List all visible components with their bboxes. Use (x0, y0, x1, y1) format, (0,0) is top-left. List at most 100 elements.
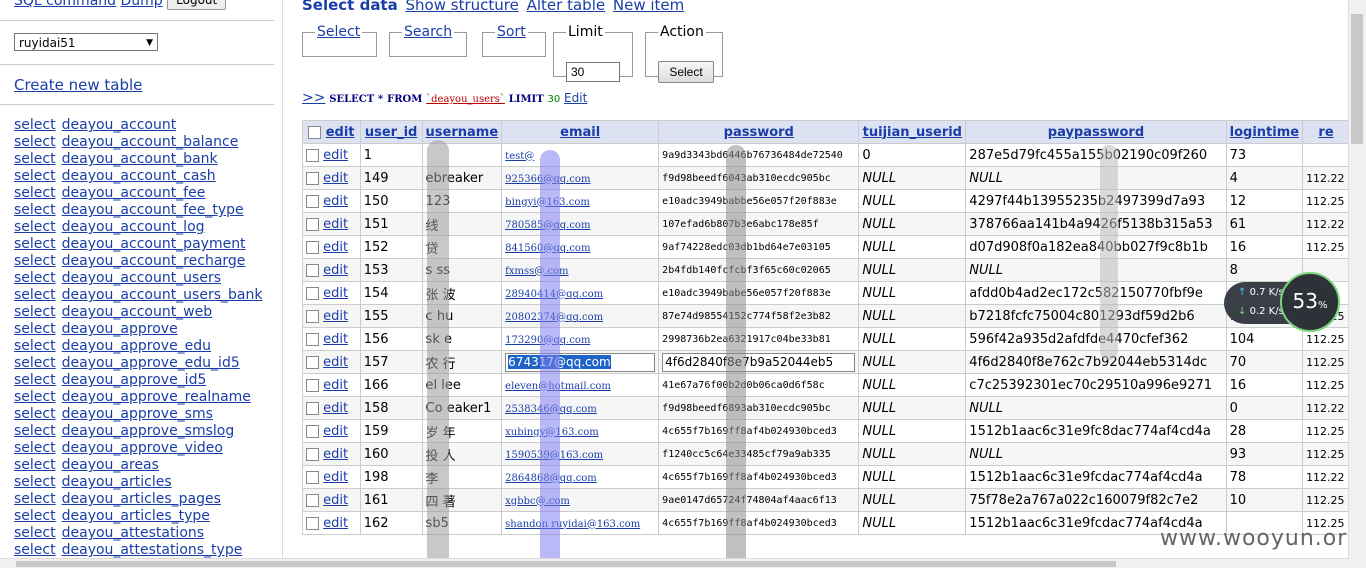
email-link[interactable]: xgbbc@.com (505, 496, 570, 507)
select-table-link[interactable]: select (14, 440, 56, 456)
table-name-link[interactable]: deayou_articles (62, 474, 172, 490)
select-table-link[interactable]: select (14, 134, 56, 150)
row-checkbox[interactable] (306, 424, 319, 438)
sort-link[interactable]: Sort (497, 24, 526, 40)
logout-button[interactable]: Logout (167, 0, 227, 10)
row-edit-link[interactable]: edit (323, 194, 348, 209)
table-name-link[interactable]: deayou_articles_pages (62, 491, 221, 507)
select-table-link[interactable]: select (14, 355, 56, 371)
row-edit-link[interactable]: edit (323, 355, 348, 370)
select-table-link[interactable]: select (14, 338, 56, 354)
row-checkbox[interactable] (306, 493, 319, 507)
row-checkbox[interactable] (306, 263, 319, 277)
table-name-link[interactable]: deayou_account_balance (62, 134, 239, 150)
dump-link[interactable]: Dump (121, 0, 163, 9)
row-checkbox[interactable] (306, 217, 319, 231)
column-header-password[interactable]: password (658, 120, 860, 144)
select-table-link[interactable]: select (14, 270, 56, 286)
email-edit-input[interactable]: 674317@qq.com (505, 352, 656, 372)
select-table-link[interactable]: select (14, 253, 56, 269)
horizontal-scroll-thumb[interactable] (16, 561, 1116, 567)
row-checkbox[interactable] (306, 171, 319, 185)
vertical-scroll-thumb[interactable] (1351, 14, 1363, 144)
row-checkbox[interactable] (306, 378, 319, 392)
row-edit-link[interactable]: edit (323, 447, 348, 462)
row-checkbox[interactable] (306, 240, 319, 254)
select-table-link[interactable]: select (14, 219, 56, 235)
table-name-link[interactable]: deayou_account_bank (62, 151, 218, 167)
table-name-link[interactable]: deayou_attestations_type (62, 542, 243, 558)
row-edit-link[interactable]: edit (323, 332, 348, 347)
row-edit-link[interactable]: edit (323, 263, 348, 278)
row-edit-link[interactable]: edit (323, 424, 348, 439)
select-table-link[interactable]: select (14, 117, 56, 133)
database-select[interactable]: ruyidai51 ▼ (14, 33, 158, 51)
row-edit-link[interactable]: edit (323, 240, 348, 255)
email-link[interactable]: shandon ruyidai@163.com (505, 519, 640, 530)
row-checkbox[interactable] (306, 286, 319, 300)
select-table-link[interactable]: select (14, 372, 56, 388)
table-name-link[interactable]: deayou_approve_smslog (62, 423, 235, 439)
row-checkbox[interactable] (306, 194, 319, 208)
table-name-link[interactable]: deayou_account_web (62, 304, 213, 320)
row-edit-link[interactable]: edit (323, 148, 348, 163)
row-checkbox[interactable] (306, 355, 319, 369)
sql-toggle-link[interactable]: >> (302, 90, 325, 106)
select-table-link[interactable]: select (14, 321, 56, 337)
search-link[interactable]: Search (404, 24, 452, 40)
table-name-link[interactable]: deayou_approve (62, 321, 178, 337)
horizontal-scrollbar[interactable] (0, 558, 1349, 568)
select-table-link[interactable]: select (14, 508, 56, 524)
password-edit-input[interactable]: 4f6d2840f8e7b9a52044eb5 (662, 352, 856, 372)
column-header-logintime[interactable]: logintime (1225, 120, 1304, 144)
column-header-tuijian-userid[interactable]: tuijian_userid (858, 120, 967, 144)
select-table-link[interactable]: select (14, 525, 56, 541)
select-table-link[interactable]: select (14, 151, 56, 167)
table-name-link[interactable]: deayou_approve_sms (62, 406, 213, 422)
table-name-link[interactable]: deayou_areas (62, 457, 159, 473)
row-checkbox[interactable] (306, 516, 319, 530)
table-name-link[interactable]: deayou_account_recharge (62, 253, 246, 269)
select-table-link[interactable]: select (14, 287, 56, 303)
row-edit-link[interactable]: edit (323, 217, 348, 232)
row-checkbox[interactable] (306, 309, 319, 323)
select-table-link[interactable]: select (14, 406, 56, 422)
table-name-link[interactable]: deayou_approve_edu (62, 338, 211, 354)
email-link[interactable]: test@ (505, 151, 534, 162)
table-name-link[interactable]: deayou_approve_id5 (62, 372, 207, 388)
header-edit-link[interactable]: edit (326, 125, 355, 140)
row-edit-link[interactable]: edit (323, 171, 348, 186)
table-name-link[interactable]: deayou_account_log (62, 219, 205, 235)
row-checkbox[interactable] (306, 401, 319, 415)
row-edit-link[interactable]: edit (323, 493, 348, 508)
row-checkbox[interactable] (306, 332, 319, 346)
row-edit-link[interactable]: edit (323, 309, 348, 324)
table-name-link[interactable]: deayou_account_cash (62, 168, 216, 184)
select-columns-link[interactable]: Select (317, 24, 360, 40)
row-checkbox[interactable] (306, 148, 319, 162)
table-name-link[interactable]: deayou_articles_type (62, 508, 210, 524)
create-new-table-link[interactable]: Create new table (14, 76, 142, 94)
row-edit-link[interactable]: edit (323, 286, 348, 301)
table-name-link[interactable]: deayou_approve_edu_id5 (62, 355, 240, 371)
limit-input[interactable] (566, 62, 620, 82)
tab-new-item[interactable]: New item (613, 0, 684, 14)
sql-command-link[interactable]: SQL command (14, 0, 116, 9)
select-button[interactable]: Select (658, 61, 714, 83)
select-table-link[interactable]: select (14, 423, 56, 439)
row-checkbox[interactable] (306, 470, 319, 484)
vertical-scrollbar[interactable] (1348, 0, 1366, 568)
row-edit-link[interactable]: edit (323, 378, 348, 393)
select-table-link[interactable]: select (14, 202, 56, 218)
select-table-link[interactable]: select (14, 236, 56, 252)
column-header-paypassword[interactable]: paypassword (965, 120, 1227, 144)
select-table-link[interactable]: select (14, 389, 56, 405)
tab-alter-table[interactable]: Alter table (527, 0, 605, 14)
select-table-link[interactable]: select (14, 168, 56, 184)
column-header-re[interactable]: re (1302, 120, 1350, 144)
network-speed-widget[interactable]: ↑ 0.7 K/s ↓ 0.2 K/s 53% (1222, 272, 1342, 334)
column-header-user-id[interactable]: user_id (359, 120, 423, 144)
table-name-link[interactable]: deayou_account_fee (62, 185, 206, 201)
table-name-link[interactable]: deayou_attestations (62, 525, 204, 541)
tab-show-structure[interactable]: Show structure (406, 0, 519, 14)
